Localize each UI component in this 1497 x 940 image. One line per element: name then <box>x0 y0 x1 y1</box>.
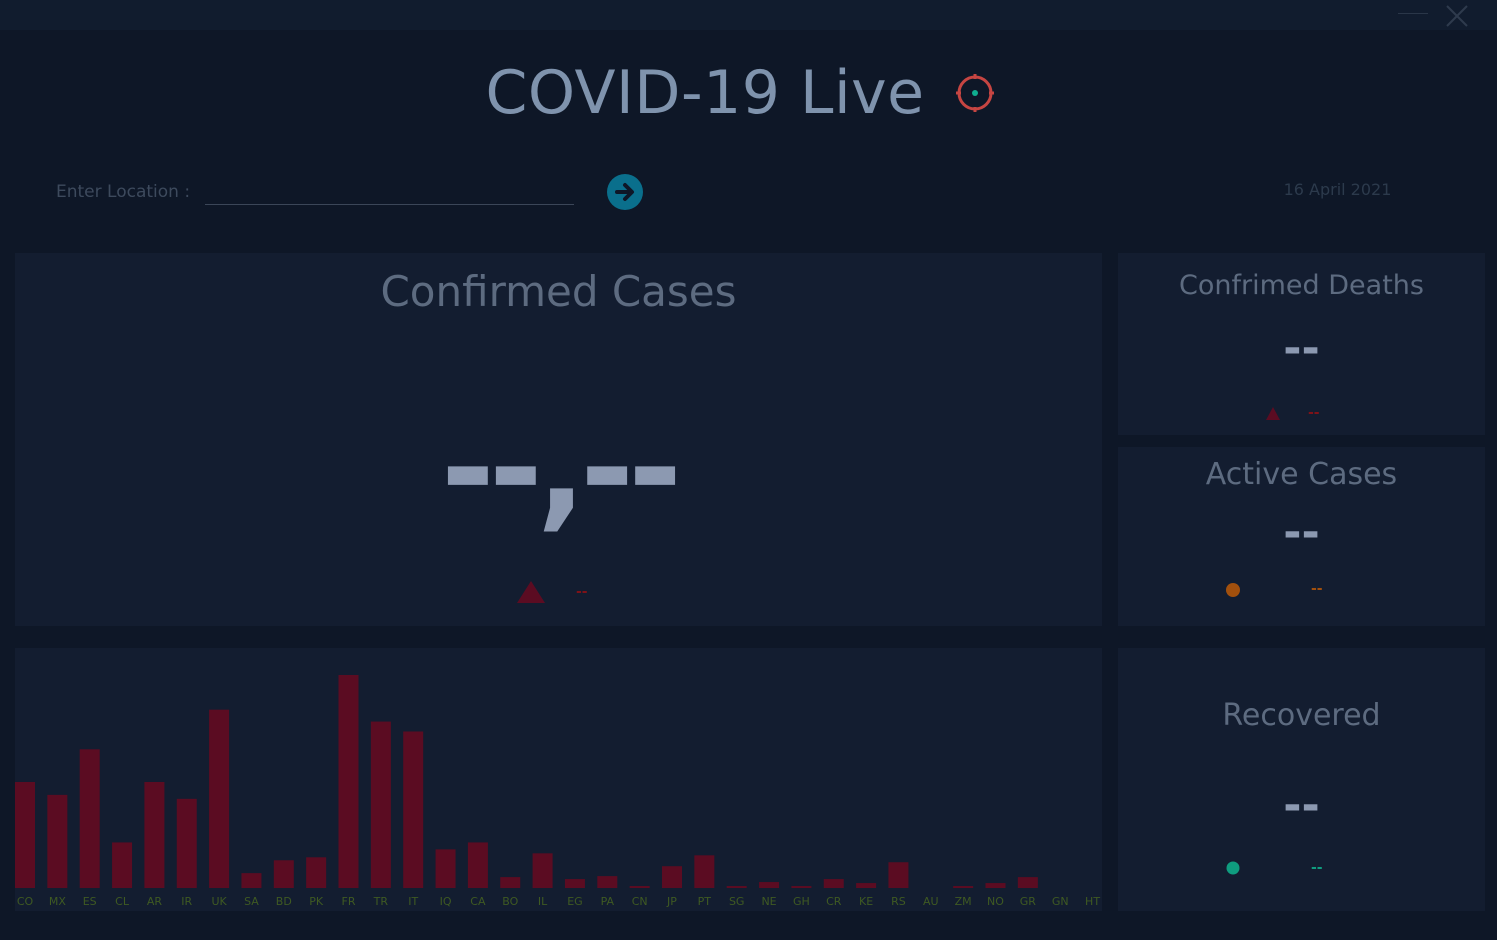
bar-co <box>15 781 35 888</box>
tick-label-tr: TR <box>373 895 389 908</box>
tick-label-gr: GR <box>1020 895 1037 908</box>
go-button[interactable] <box>607 174 643 210</box>
bar-bd <box>273 860 294 888</box>
bar-ca <box>467 842 488 888</box>
tick-label-au: AU <box>923 895 939 908</box>
bar-iq <box>435 849 456 888</box>
bar-no <box>985 883 1006 888</box>
tick-label-bd: BD <box>276 895 292 908</box>
bar-pa <box>597 876 618 888</box>
active-cases-delta: -- <box>1311 581 1323 597</box>
bar-cn <box>629 886 650 888</box>
deaths-title: Confrimed Deaths <box>1179 270 1424 301</box>
bar-tr <box>370 721 391 888</box>
recovered-card: Recovered -- -- <box>1118 648 1485 911</box>
bar-sa <box>241 873 262 888</box>
arrow-right-icon <box>615 183 634 201</box>
location-label: Enter Location : <box>56 182 191 202</box>
bar-gh <box>791 886 812 888</box>
triangle-up-icon <box>517 581 545 603</box>
bar-cl <box>112 842 133 888</box>
bar-gr <box>1017 877 1038 888</box>
tick-label-ke: KE <box>859 895 873 908</box>
bar-ne <box>759 882 780 888</box>
tick-label-pa: PA <box>601 895 615 908</box>
recovered-delta: -- <box>1311 860 1323 876</box>
tick-label-il: IL <box>538 895 548 908</box>
bar-sg <box>726 886 747 888</box>
tick-label-fr: FR <box>342 895 356 908</box>
bar-zm <box>953 886 974 888</box>
bar-chart-svg: CO MX ES CL AR IR UK SA BD PK FR TR IT IQ CA BO IL EG PA CN… <box>15 675 1100 908</box>
tick-label-bo: BO <box>502 895 518 908</box>
tick-label-gn: GN <box>1052 895 1069 908</box>
bar-pt <box>694 855 715 888</box>
triangle-up-icon <box>1266 407 1280 420</box>
circle-icon <box>1226 583 1240 597</box>
tick-label-ne: NE <box>761 895 776 908</box>
bar-it <box>403 731 424 888</box>
confirmed-cases-delta: -- <box>576 584 588 600</box>
bar-ir <box>176 798 197 888</box>
bar-ar <box>144 781 165 888</box>
bar-cr <box>823 879 844 888</box>
country-bar-chart: CO MX ES CL AR IR UK SA BD PK FR TR IT IQ CA BO IL EG PA CN… <box>15 648 1102 911</box>
active-cases-value: -- <box>1283 507 1320 558</box>
close-icon[interactable] <box>1443 3 1471 29</box>
confirmed-cases-card: Confirmed Cases --,-- -- <box>15 253 1102 626</box>
deaths-value: -- <box>1283 323 1320 374</box>
tick-label-co: CO <box>17 895 34 908</box>
active-cases-card: Active Cases -- -- <box>1118 447 1485 626</box>
window-titlebar <box>0 0 1497 30</box>
tick-label-rs: RS <box>891 895 906 908</box>
app-title: COVID-19 Live <box>485 58 925 128</box>
bar-uk <box>209 709 230 888</box>
confirmed-cases-value: --,-- <box>440 392 682 544</box>
bar-mx <box>47 794 68 888</box>
tick-label-ir: IR <box>181 895 192 908</box>
tick-label-iq: IQ <box>440 895 452 908</box>
bar-eg <box>564 879 585 888</box>
deaths-card: Confrimed Deaths -- -- <box>1118 253 1485 435</box>
recovered-value: -- <box>1283 780 1320 831</box>
recovered-title: Recovered <box>1222 698 1381 733</box>
bar-rs <box>888 862 909 888</box>
tick-label-gh: GH <box>793 895 810 908</box>
tick-label-eg: EG <box>567 895 582 908</box>
confirmed-cases-title: Confirmed Cases <box>380 267 737 316</box>
bar-jp <box>662 866 682 888</box>
tick-label-zm: ZM <box>955 895 972 908</box>
deaths-delta: -- <box>1308 405 1320 421</box>
active-cases-title: Active Cases <box>1205 457 1398 492</box>
tick-label-jp: JP <box>666 895 677 908</box>
location-input[interactable] <box>205 178 574 205</box>
locate-target-icon[interactable] <box>955 73 995 113</box>
tick-label-es: ES <box>83 895 97 908</box>
bar-ke <box>856 883 877 888</box>
tick-label-sg: SG <box>729 895 745 908</box>
bar-il <box>532 853 553 888</box>
bar-pk <box>306 857 327 888</box>
bar-es <box>79 749 100 888</box>
tick-label-ca: CA <box>470 895 486 908</box>
bar-fr <box>338 675 359 888</box>
tick-label-cr: CR <box>826 895 842 908</box>
tick-label-it: IT <box>408 895 418 908</box>
tick-label-pk: PK <box>309 895 324 908</box>
bar-bo <box>500 877 521 888</box>
tick-label-pt: PT <box>698 895 712 908</box>
current-date: 16 April 2021 <box>1283 180 1392 199</box>
tick-label-mx: MX <box>49 895 66 908</box>
tick-label-sa: SA <box>244 895 259 908</box>
tick-label-cl: CL <box>115 895 130 908</box>
tick-label-ar: AR <box>147 895 163 908</box>
minimize-icon[interactable] <box>1398 13 1428 14</box>
tick-label-ht: HT <box>1085 895 1100 908</box>
tick-label-cn: CN <box>632 895 648 908</box>
circle-icon <box>1226 861 1240 875</box>
tick-label-no: NO <box>987 895 1004 908</box>
tick-label-uk: UK <box>211 895 227 908</box>
